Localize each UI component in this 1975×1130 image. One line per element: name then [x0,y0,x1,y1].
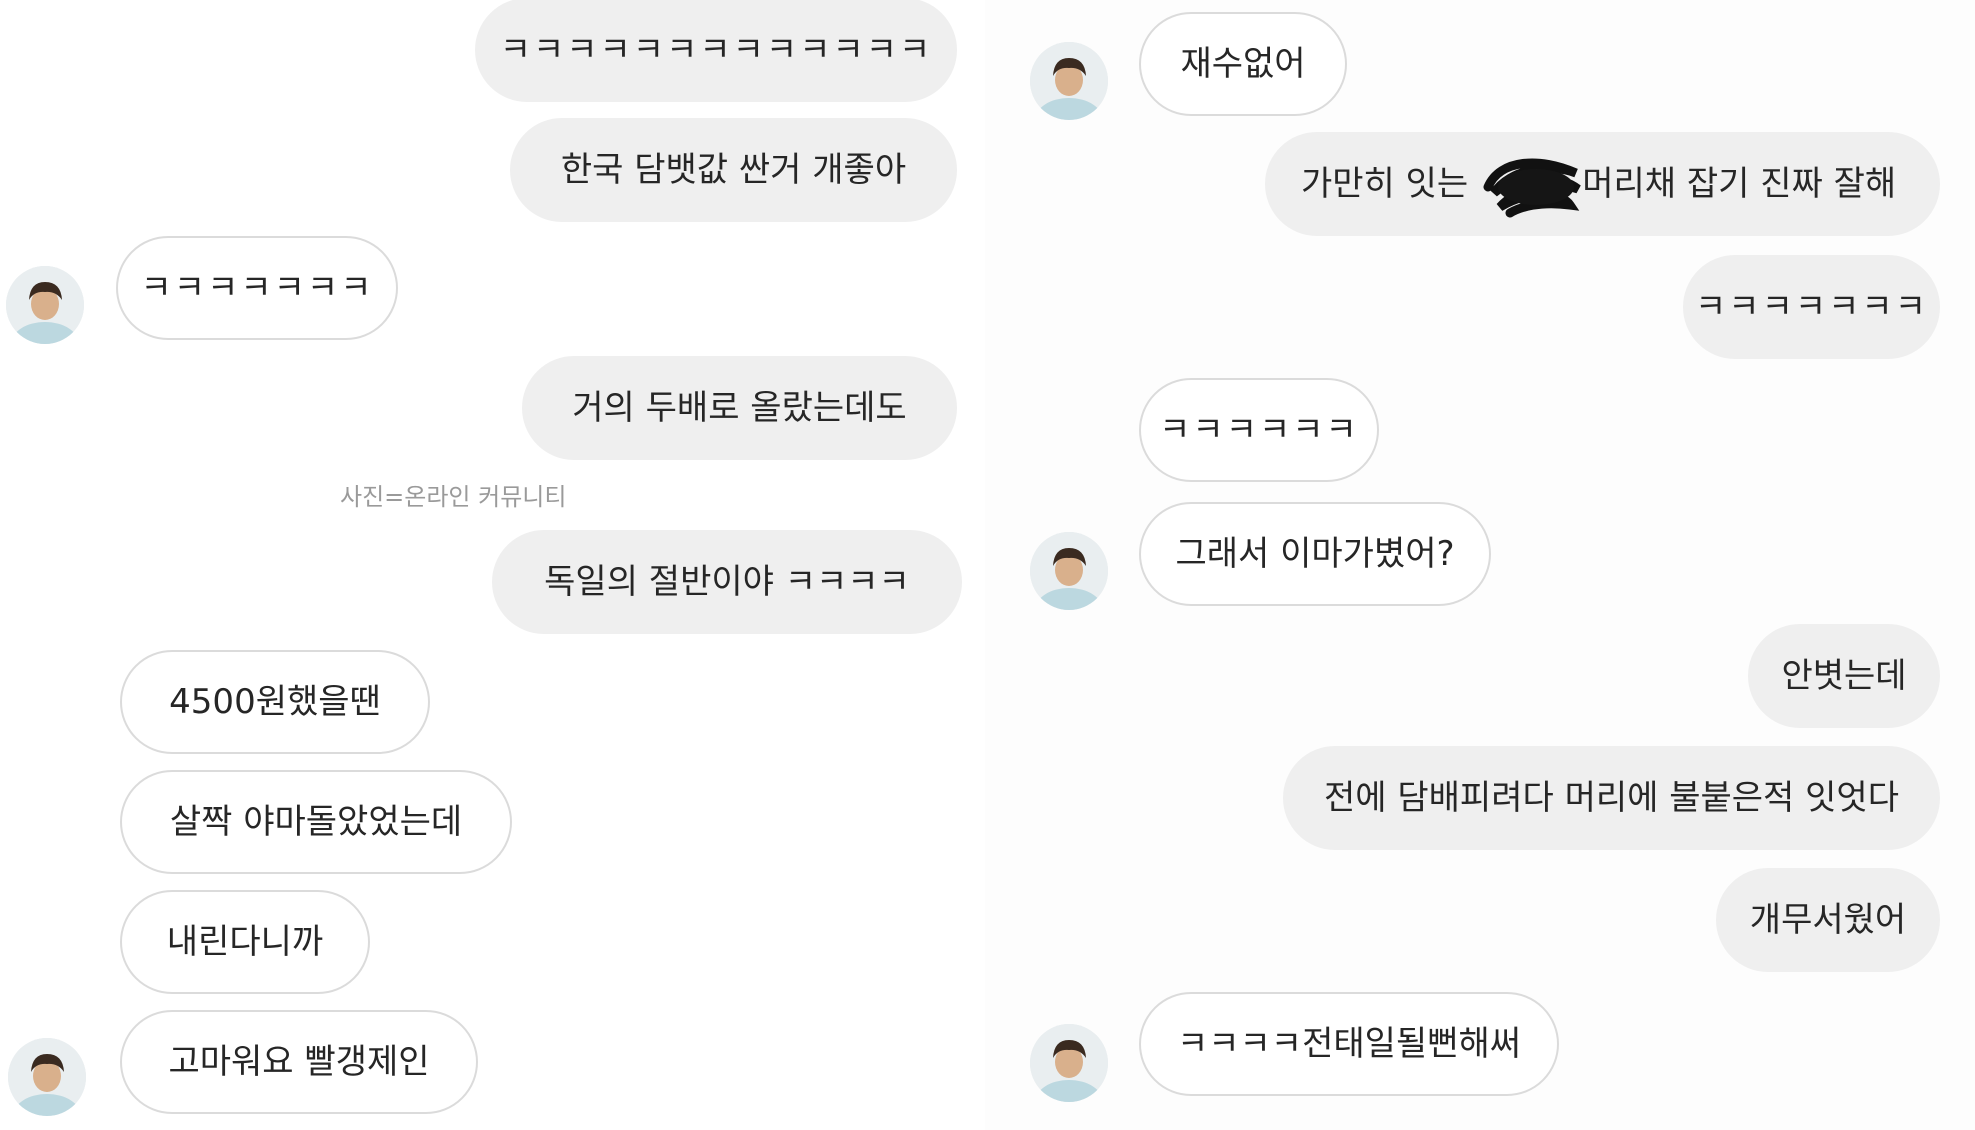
profile-photo-icon [1030,532,1108,610]
message-text: ㅋㅋㅋㅋㅋㅋㅋ [1695,287,1928,327]
message-text: 독일의 절반이야 ㅋㅋㅋㅋ [544,562,910,602]
message-text: ㅋㅋㅋㅋㅋㅋㅋㅋㅋㅋㅋㅋㅋ [499,30,933,70]
message-bubble-sent: ㅋㅋㅋㅋㅋㅋㅋ [1683,255,1940,359]
message-text: 재수없어 [1180,44,1306,84]
message-text: 거의 두배로 올랐는데도 [572,388,907,428]
message-bubble-received: 4500원했을땐 [120,650,430,754]
profile-photo-icon [8,1038,86,1116]
message-text: 내린다니까 [166,922,324,962]
message-bubble-received: 살짝 야마돌았었는데 [120,770,512,874]
chat-screenshot-left: ㅋㅋㅋㅋㅋㅋㅋㅋㅋㅋㅋㅋㅋ 한국 담뱃값 싼거 개좋아 ㅋㅋㅋㅋㅋㅋㅋ 거의 두… [0,0,985,1130]
message-text: 한국 담뱃값 싼거 개좋아 [560,150,907,190]
avatar[interactable] [8,1038,86,1116]
photo-credit-caption: 사진=온라인 커뮤니티 [340,483,567,511]
message-text: 그래서 이마가볐어? [1175,534,1455,574]
message-bubble-received: ㅋㅋㅋㅋㅋㅋㅋ [116,236,398,340]
message-text: 살짝 야마돌았었는데 [169,802,463,842]
message-bubble-received: ㅋㅋㅋㅋ전태일될뻔해써 [1139,992,1559,1096]
message-text: ㅋㅋㅋㅋ전태일될뻔해써 [1176,1024,1522,1064]
message-text: 머리채 잡기 진짜 잘해 [1582,164,1897,204]
message-bubble-sent: 전에 담배피려다 머리에 불붙은적 잇엇다 [1283,746,1940,850]
message-bubble-sent: 안볏는데 [1748,624,1940,728]
message-bubble-sent: 한국 담뱃값 싼거 개좋아 [510,118,957,222]
message-text: ㅋㅋㅋㅋㅋㅋㅋ [140,268,374,308]
message-text: 전에 담배피려다 머리에 불붙은적 잇엇다 [1324,778,1899,818]
message-bubble-sent: 가만히 잇는 머리채 잡기 진짜 잘해 [1265,132,1940,236]
message-text: 4500원했을땐 [169,682,381,722]
profile-photo-icon [6,266,84,344]
message-bubble-received: 고마워요 빨갱제인 [120,1010,478,1114]
message-bubble-received: 재수없어 [1139,12,1347,116]
message-text: 개무서웠어 [1749,900,1907,940]
message-bubble-received: ㅋㅋㅋㅋㅋㅋ [1139,378,1379,482]
message-text: 고마워요 빨갱제인 [168,1042,430,1082]
message-text: ㅋㅋㅋㅋㅋㅋ [1159,410,1359,450]
message-bubble-sent: 독일의 절반이야 ㅋㅋㅋㅋ [492,530,962,634]
message-bubble-received: 그래서 이마가볐어? [1139,502,1491,606]
avatar[interactable] [1030,532,1108,610]
profile-photo-icon [1030,42,1108,120]
profile-photo-icon [1030,1024,1108,1102]
chat-screenshot-right: 재수없어 가만히 잇는 머리채 잡기 진짜 잘해 ㅋㅋㅋㅋㅋㅋㅋ ㅋㅋㅋㅋㅋㅋ … [985,0,1975,1130]
message-bubble-received: 내린다니까 [120,890,370,994]
message-bubble-sent: 개무서웠어 [1716,868,1940,972]
message-text: 가만히 잇는 [1301,164,1469,204]
avatar[interactable] [6,266,84,344]
redaction-scribble-icon [1480,149,1586,219]
message-bubble-sent: ㅋㅋㅋㅋㅋㅋㅋㅋㅋㅋㅋㅋㅋ [475,0,957,102]
avatar[interactable] [1030,1024,1108,1102]
avatar[interactable] [1030,42,1108,120]
message-bubble-sent: 거의 두배로 올랐는데도 [522,356,957,460]
message-text: 안볏는데 [1781,656,1907,696]
